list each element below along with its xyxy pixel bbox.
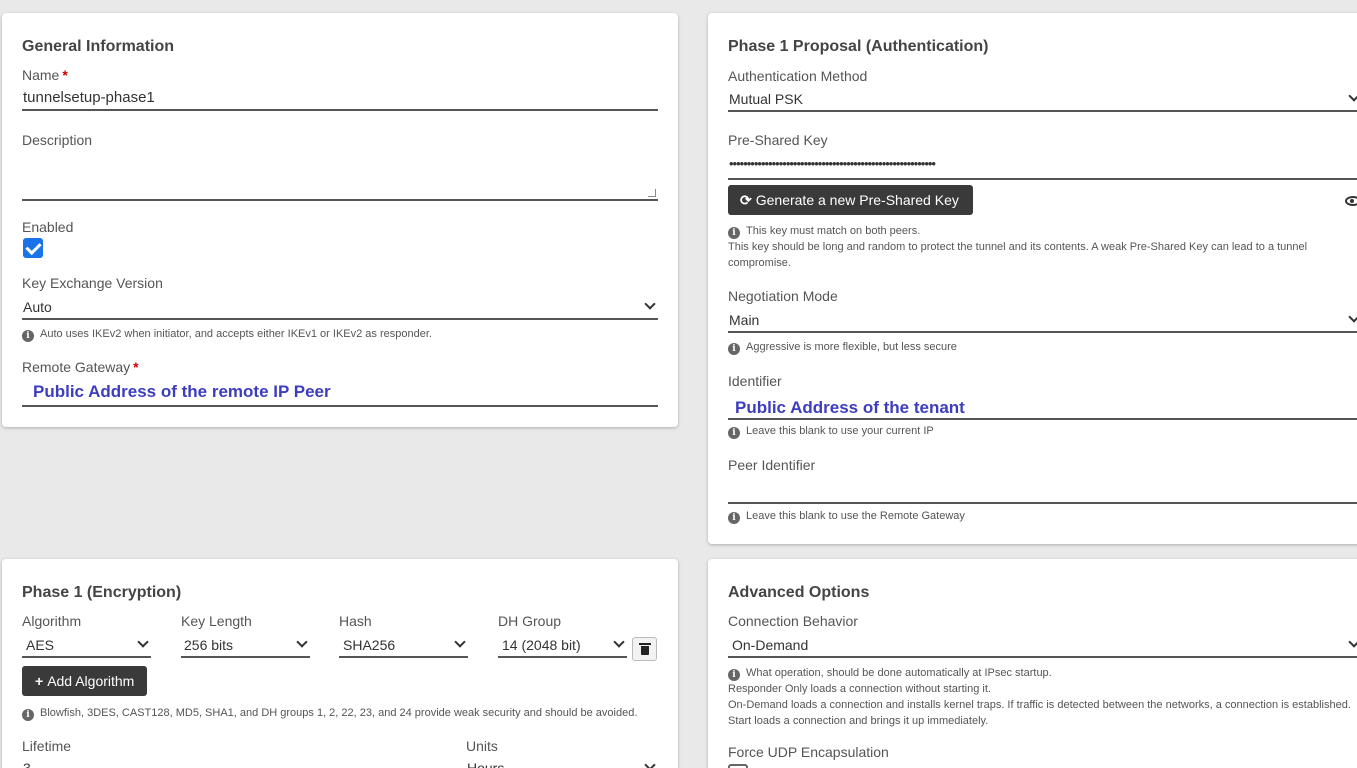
remote-gateway-input[interactable]: Public Address of the remote IP Peer: [22, 381, 658, 407]
delete-algorithm-button[interactable]: [632, 637, 657, 661]
trash-icon: [639, 643, 651, 645]
chevron-down-icon: [1348, 90, 1357, 102]
psk-label: Pre-Shared Key: [728, 132, 828, 148]
key-exchange-hint: i Auto uses IKEv2 when initiator, and acc…: [22, 326, 432, 342]
chevron-down-icon: [644, 759, 656, 768]
name-label: Name *: [22, 67, 68, 83]
chevron-down-icon: [644, 298, 656, 310]
info-icon: i: [728, 227, 740, 239]
chevron-down-icon: [454, 636, 466, 648]
key-exchange-label: Key Exchange Version: [22, 275, 163, 291]
chevron-down-icon: [1348, 636, 1357, 648]
hash-select[interactable]: SHA256: [339, 634, 468, 658]
algorithm-label: Algorithm: [22, 613, 82, 629]
info-icon: i: [728, 669, 740, 681]
units-select[interactable]: Hours: [466, 757, 658, 768]
remote-gateway-label: Remote Gateway *: [22, 359, 139, 375]
negotiation-mode-label: Negotiation Mode: [728, 288, 838, 304]
refresh-icon: ⟳: [740, 192, 752, 208]
auth-method-label: Authentication Method: [728, 68, 868, 84]
info-icon: i: [728, 343, 740, 355]
hash-label: Hash: [339, 613, 372, 629]
info-icon: i: [728, 512, 740, 524]
generate-psk-button[interactable]: ⟳ Generate a new Pre-Shared Key: [728, 185, 973, 215]
identifier-hint: i Leave this blank to use your current IP: [728, 423, 934, 439]
name-input[interactable]: tunnelsetup-phase1: [22, 87, 658, 111]
advanced-options-card: Advanced Options Connection Behavior On-…: [708, 559, 1357, 768]
description-label: Description: [22, 132, 93, 148]
add-algorithm-button[interactable]: + Add Algorithm: [22, 666, 148, 696]
units-label: Units: [466, 738, 498, 754]
key-length-label: Key Length: [181, 613, 252, 629]
connection-behavior-label: Connection Behavior: [728, 613, 858, 629]
enabled-checkbox[interactable]: [23, 238, 43, 258]
auth-method-select[interactable]: Mutual PSK: [728, 88, 1357, 112]
chevron-down-icon: [296, 636, 308, 648]
psk-hint: i This key must match on both peers. This …: [728, 225, 1308, 269]
key-length-select[interactable]: 256 bits: [181, 634, 310, 658]
negotiation-mode-select[interactable]: Main: [728, 309, 1357, 333]
dh-group-select[interactable]: 14 (2048 bit): [498, 634, 627, 658]
lifetime-input[interactable]: 3: [22, 757, 436, 768]
plus-icon: +: [35, 673, 44, 689]
force-udp-checkbox[interactable]: [728, 764, 748, 768]
card-title: Phase 1 (Encryption): [22, 584, 182, 601]
dh-group-label: DH Group: [498, 613, 562, 629]
info-icon: i: [22, 330, 34, 342]
card-title: General Information: [22, 38, 175, 55]
peer-identifier-hint: i Leave this blank to use the Remote Gate…: [728, 508, 965, 524]
peer-identifier-label: Peer Identifier: [728, 457, 816, 473]
general-information-card: General Information Name * tunnelsetup-ph…: [2, 13, 678, 427]
info-icon: i: [728, 427, 740, 439]
identifier-input[interactable]: Public Address of the tenant: [728, 397, 1357, 420]
lifetime-label: Lifetime: [22, 738, 72, 754]
chevron-down-icon: [137, 636, 149, 648]
eye-icon[interactable]: [1345, 196, 1357, 206]
info-icon: i: [22, 709, 34, 721]
connection-behavior-select[interactable]: On-Demand: [728, 634, 1357, 658]
card-title: Advanced Options: [728, 584, 870, 601]
psk-input[interactable]: ••••••••••••••••••••••••••••••••••••••••…: [728, 153, 1357, 180]
force-udp-label: Force UDP Encapsulation: [728, 744, 889, 760]
phase1-authentication-card: Phase 1 Proposal (Authentication) Authen…: [708, 13, 1357, 544]
connection-behavior-hint: i What operation, should be done automati…: [728, 667, 1351, 727]
identifier-label: Identifier: [728, 373, 782, 389]
peer-identifier-input[interactable]: [728, 480, 1357, 504]
description-textarea[interactable]: [22, 153, 658, 201]
weak-algorithms-hint: i Blowfish, 3DES, CAST128, MD5, SHA1, and…: [22, 705, 637, 721]
chevron-down-icon: [613, 636, 625, 648]
phase1-encryption-card: Phase 1 (Encryption) Algorithm AES Key L…: [2, 559, 678, 768]
chevron-down-icon: [1348, 311, 1357, 323]
algorithm-select[interactable]: AES: [22, 634, 151, 658]
card-title: Phase 1 Proposal (Authentication): [728, 38, 989, 55]
enabled-label: Enabled: [22, 219, 74, 235]
negotiation-hint: i Aggressive is more flexible, but less s…: [728, 339, 957, 355]
key-exchange-select[interactable]: Auto: [22, 296, 658, 320]
